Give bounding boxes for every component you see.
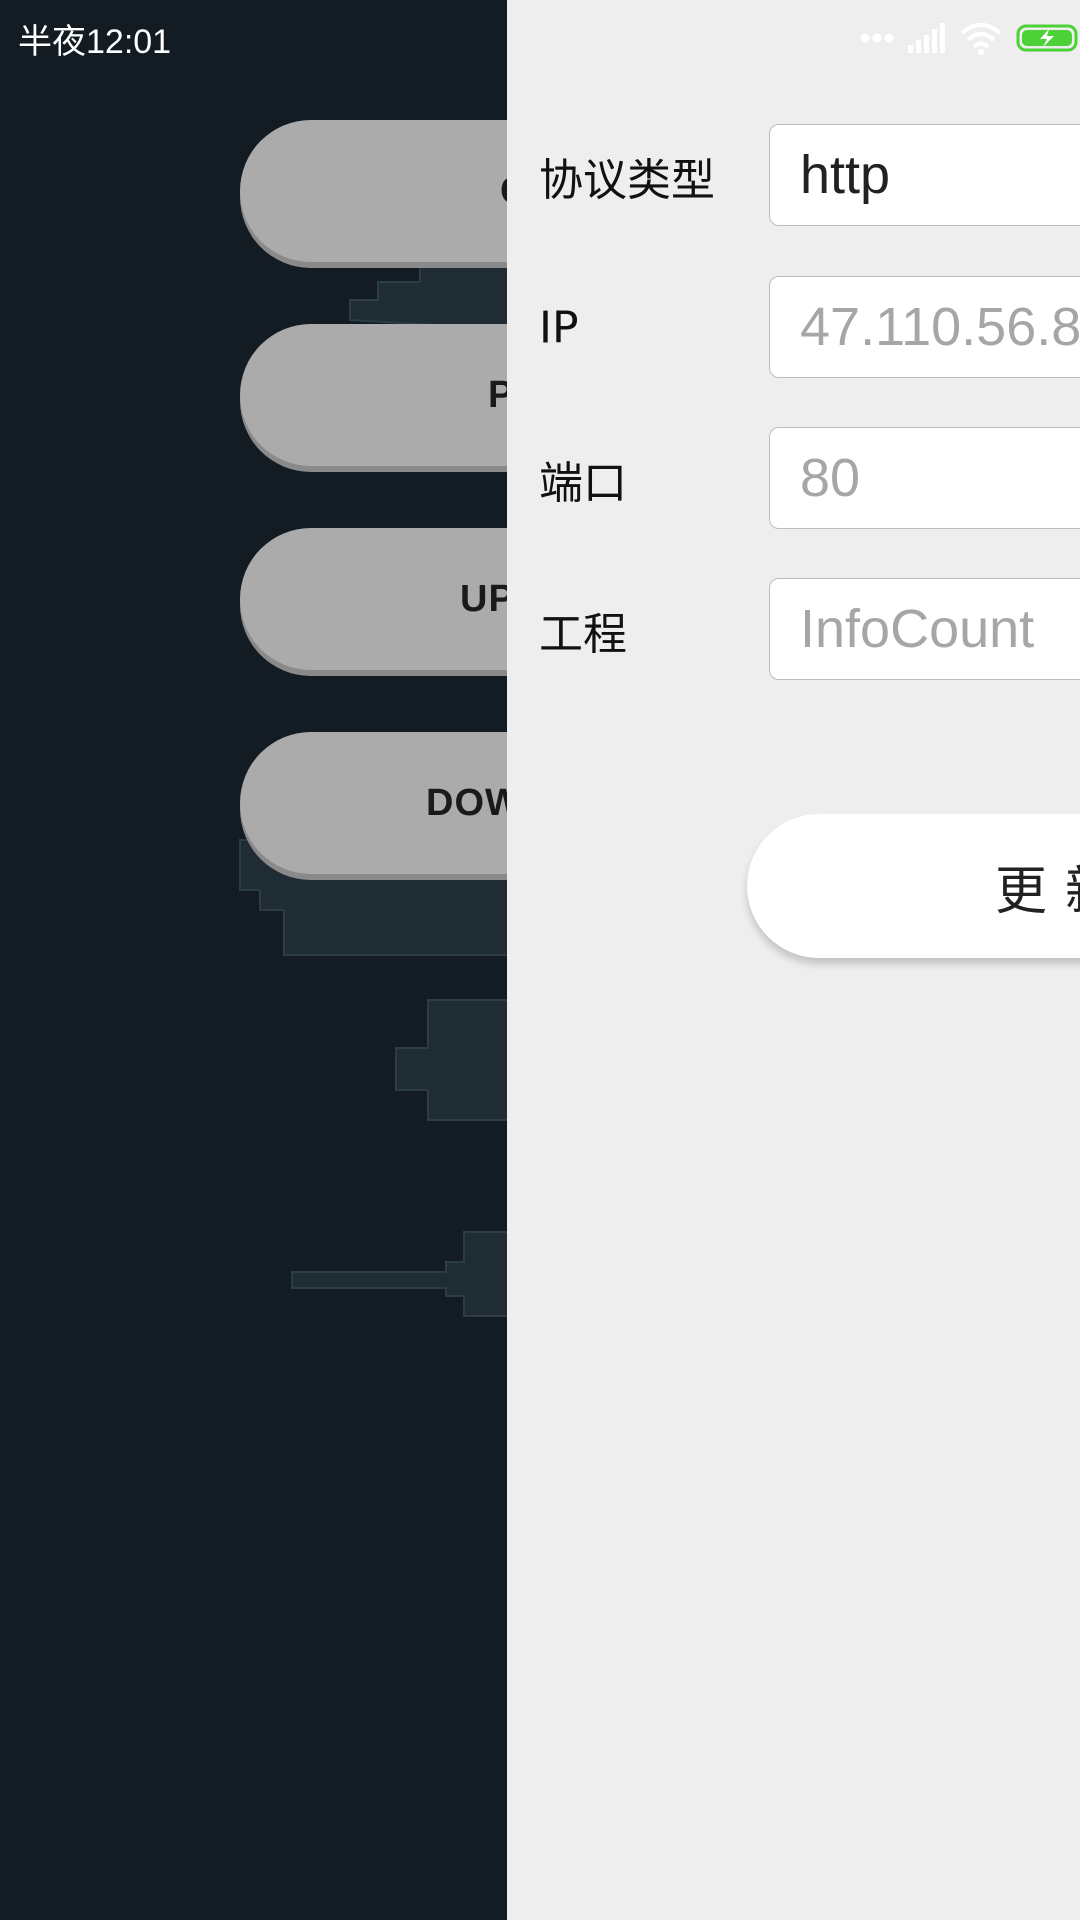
ip-field[interactable]: 47.110.56.8 [769,276,1080,378]
ip-label: IP [539,302,579,354]
project-label: 工程 [539,609,627,660]
signal-icon [908,23,945,53]
port-field[interactable]: 80 [769,427,1080,529]
form-row-project: 工程 InfoCount [507,578,1080,682]
project-field[interactable]: InfoCount [769,578,1080,680]
protocol-label: 协议类型 [539,155,715,206]
form-row-protocol: 协议类型 http [507,124,1080,228]
battery-charging-icon [1016,24,1078,52]
port-label: 端口 [539,458,627,509]
form-row-port: 端口 80 [507,427,1080,531]
wifi-icon [960,23,1002,55]
form-row-ip: IP 47.110.56.8 [507,276,1080,380]
protocol-field[interactable]: http [769,124,1080,226]
update-button[interactable]: 更新 [747,814,1080,958]
screen: G PU UPD DOWN 半夜12:01 [0,0,1080,1920]
status-icons [860,16,1080,60]
settings-drawer: 协议类型 http IP 47.110.56.8 端口 80 工程 InfoCo… [507,0,1080,1920]
status-time: 半夜12:01 [18,23,172,61]
dots-icon [860,33,894,43]
